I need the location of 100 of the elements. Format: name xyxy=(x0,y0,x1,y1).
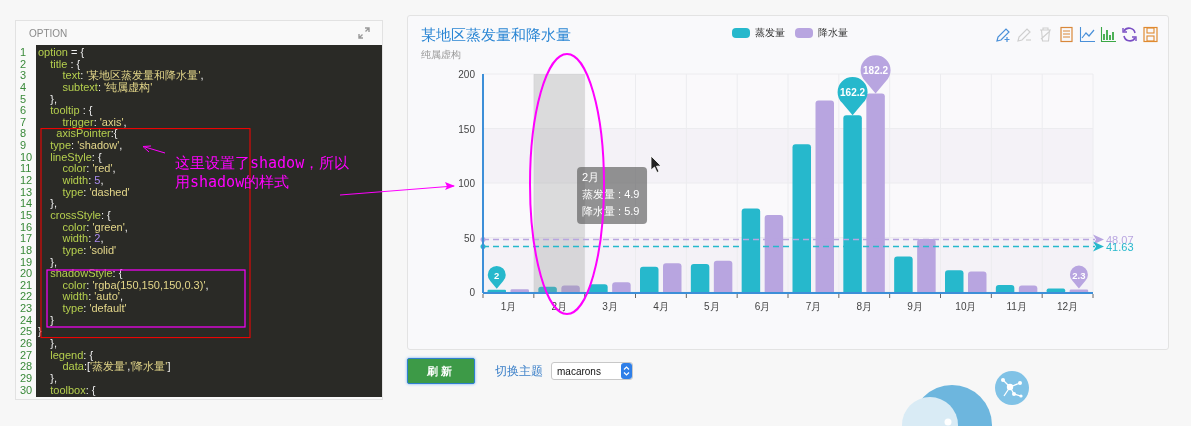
cursor-icon xyxy=(650,155,662,173)
line-number: 21 xyxy=(19,279,34,292)
panel-title: OPTION xyxy=(29,27,68,39)
code-line: legend: { xyxy=(49,349,94,361)
axis-label: 200 xyxy=(458,69,475,80)
bar[interactable] xyxy=(995,285,1015,292)
line-number: 23 xyxy=(19,303,34,315)
code-line: } xyxy=(49,314,54,327)
line-number: 22 xyxy=(19,291,34,304)
axis-label: 11月 xyxy=(1006,301,1027,312)
line-number: 29 xyxy=(19,372,34,385)
bar[interactable] xyxy=(1018,285,1038,292)
line-number: 6 xyxy=(19,105,28,117)
bar[interactable] xyxy=(945,270,964,292)
theme-select[interactable]: macarons xyxy=(551,362,633,380)
bar[interactable] xyxy=(589,284,608,292)
line-number: 11 xyxy=(19,163,33,176)
code-line: axisPointer:{ xyxy=(55,128,118,141)
code-line: width: 5, xyxy=(61,175,104,187)
save-icon[interactable] xyxy=(1142,26,1159,43)
refresh-icon[interactable] xyxy=(1121,26,1138,43)
bar[interactable] xyxy=(968,271,987,292)
legend-item[interactable]: 降水量 xyxy=(795,26,848,40)
chart-subtitle: 纯属虚构 xyxy=(421,48,462,62)
line-number: 17 xyxy=(19,233,34,245)
code-line: type: 'dashed' xyxy=(61,186,130,199)
bar[interactable] xyxy=(612,282,631,292)
bar[interactable] xyxy=(640,266,659,292)
line-number: 8 xyxy=(19,128,28,141)
map-pin xyxy=(837,77,868,116)
legend-item[interactable]: 蒸发量 xyxy=(732,26,785,40)
code-line: type: 'solid' xyxy=(61,244,117,257)
refresh-button[interactable]: 刷新 xyxy=(407,358,475,384)
code-line: width: 2, xyxy=(61,233,104,245)
code-line: tooltip : { xyxy=(49,105,93,117)
line-number: 7 xyxy=(19,116,28,129)
line-number: 14 xyxy=(19,198,34,210)
line-number: 16 xyxy=(19,221,34,234)
axis-label: 8月 xyxy=(856,301,873,312)
axis-label: 6月 xyxy=(754,301,771,312)
axis-label: 12月 xyxy=(1057,301,1079,312)
theme-label: 切换主题 xyxy=(495,362,543,380)
line-number: 4 xyxy=(19,81,28,94)
axis-label: 9月 xyxy=(907,301,923,312)
annotation-text: 这里设置了shadow，所以 xyxy=(175,154,350,173)
pin-label: 182.2 xyxy=(863,65,889,77)
code-line: type: 'default' xyxy=(61,303,127,315)
pin-label: 2 xyxy=(494,269,500,281)
code-line: color: 'rgba(150,150,150,0.3)', xyxy=(62,279,209,292)
code-line: width: 'auto', xyxy=(61,291,123,304)
code-line: } xyxy=(38,326,42,338)
axis-label: 10月 xyxy=(955,301,977,312)
axis-label: 150 xyxy=(458,123,475,135)
code-line: text: '某地区蒸发量和降水量', xyxy=(61,70,204,82)
line-number: 25 xyxy=(19,326,34,338)
code-line: toolbox: { xyxy=(49,384,96,397)
pin-label: 162.2 xyxy=(840,86,866,98)
line-number: 30 xyxy=(19,384,34,397)
line-number: 2 xyxy=(19,58,28,71)
code-line: lineStyle: { xyxy=(49,151,102,164)
code-line: trigger: 'axis', xyxy=(62,116,127,129)
line-number: 3 xyxy=(19,70,28,82)
pen-plus-icon[interactable] xyxy=(995,26,1012,43)
bar[interactable] xyxy=(1069,289,1089,292)
line-chart-icon[interactable] xyxy=(1079,26,1096,43)
code-line: subtext: '纯属虚构' xyxy=(61,81,153,94)
code-line: title : { xyxy=(50,58,81,71)
code-line: }, xyxy=(49,372,57,385)
line-number: 28 xyxy=(19,361,34,373)
bar-chart-icon[interactable] xyxy=(1100,26,1117,43)
code-line: data:['蒸发量','降水量'] xyxy=(62,361,171,373)
code-line: }, xyxy=(49,256,57,269)
bar[interactable] xyxy=(1046,288,1066,292)
axis-label: 5月 xyxy=(703,301,720,312)
axis-label: 3月 xyxy=(602,301,618,312)
bar[interactable] xyxy=(917,238,936,292)
annotation-arrow xyxy=(142,145,166,154)
code-line: }, xyxy=(49,338,57,350)
code-line: option = { xyxy=(38,47,85,59)
pin-label: 2.3 xyxy=(1072,269,1086,281)
bar[interactable] xyxy=(561,285,580,292)
tooltip-title: 2月 xyxy=(582,171,600,183)
axis-label: 50 xyxy=(463,232,475,244)
expand-icon[interactable] xyxy=(358,27,370,39)
axis-label: 7月 xyxy=(805,301,822,312)
network-icon xyxy=(995,371,1029,405)
code-line: }, xyxy=(49,198,57,210)
bar[interactable] xyxy=(663,263,682,292)
bar[interactable] xyxy=(487,289,506,292)
map-pin xyxy=(487,265,506,289)
bar[interactable] xyxy=(538,286,557,292)
bar[interactable] xyxy=(894,256,913,292)
bar[interactable] xyxy=(510,289,529,292)
document-icon[interactable] xyxy=(1058,26,1075,43)
axis-label: 1月 xyxy=(500,301,517,312)
line-number: 12 xyxy=(19,175,34,187)
code-line: color: 'red', xyxy=(62,163,116,176)
line-number: 18 xyxy=(19,244,34,257)
code-line: type: 'shadow', xyxy=(49,140,123,152)
line-number: 20 xyxy=(19,268,34,280)
